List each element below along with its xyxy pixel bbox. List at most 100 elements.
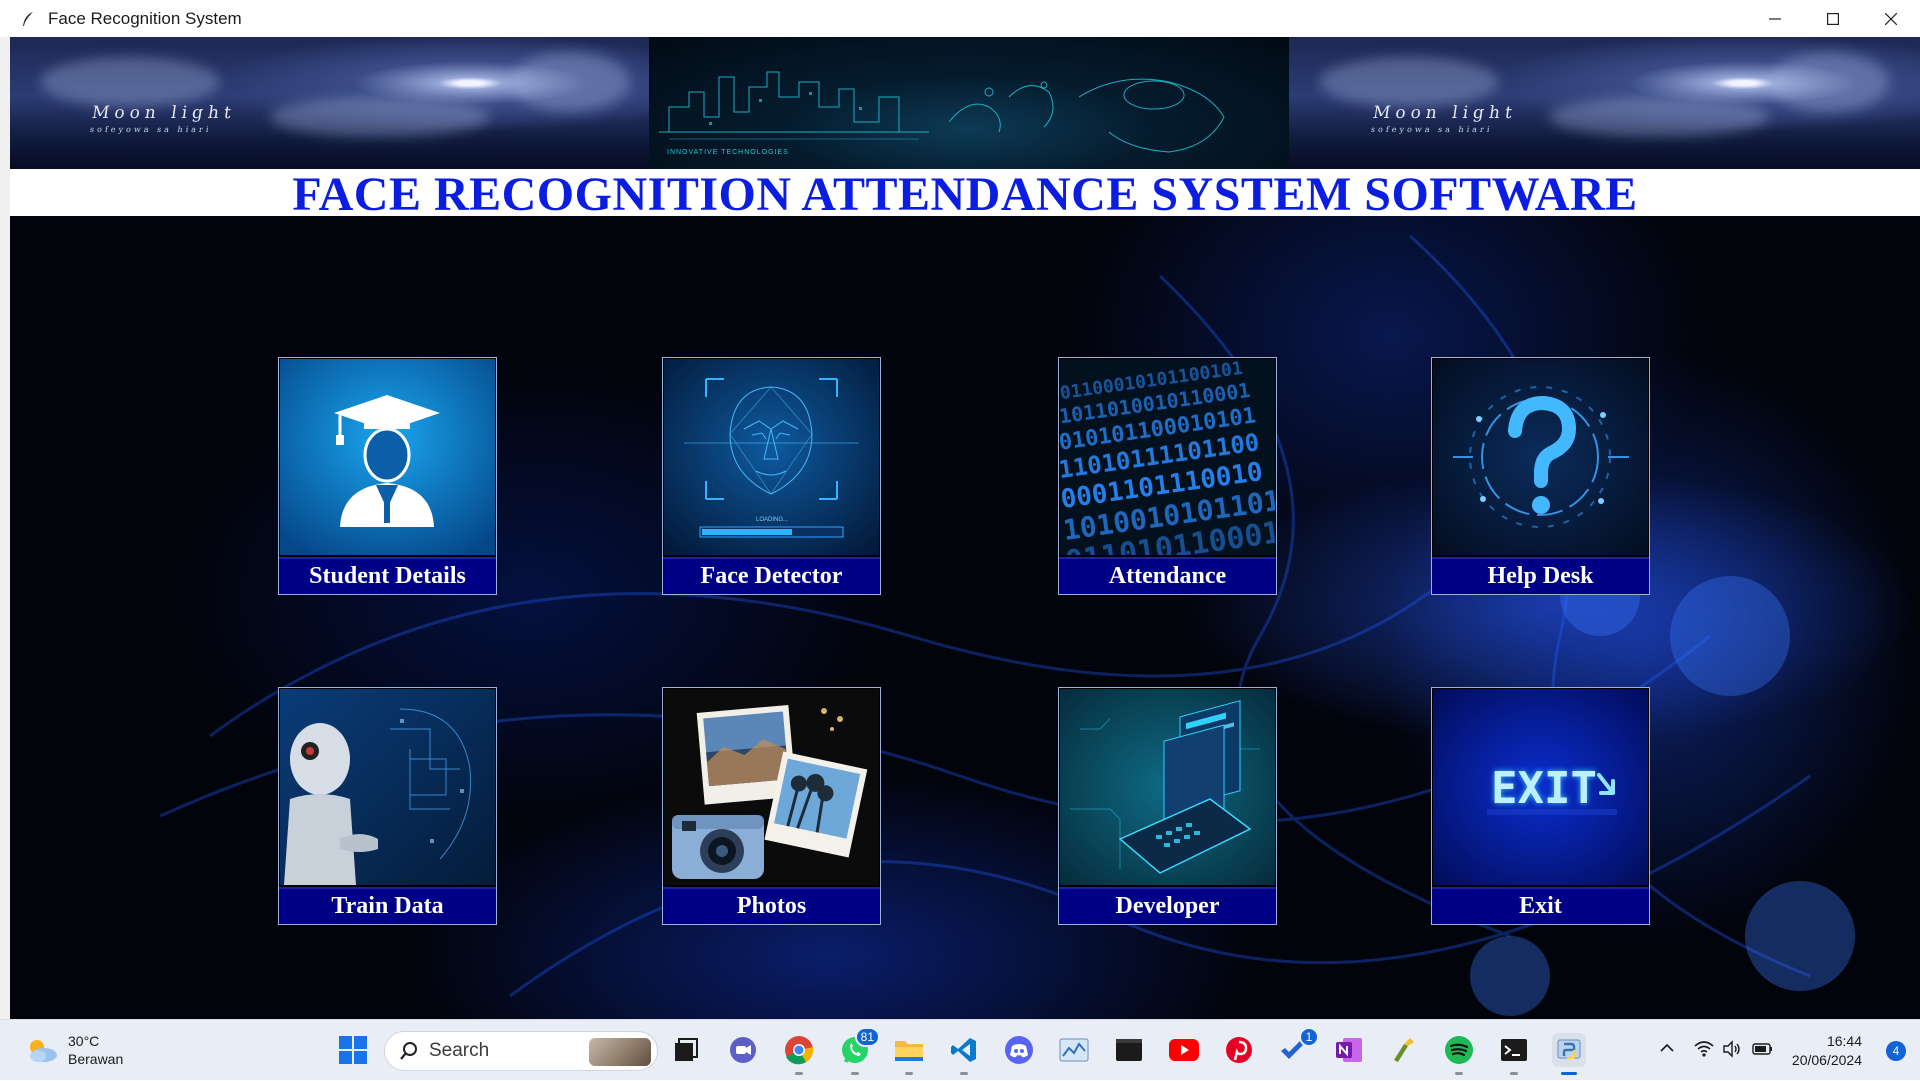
app-client-area: Moon light sofeyowa sa hiari INNOVATIVE … [10,37,1920,1019]
banner-right-text: Moon light [1371,103,1519,123]
clock-time: 16:44 [1826,1033,1862,1049]
minimize-icon [1769,17,1781,20]
taskbar-vscode[interactable] [947,1033,981,1075]
help-desk-button[interactable]: Help Desk [1431,357,1650,595]
partly-cloudy-icon [30,1040,57,1062]
page-title: FACE RECOGNITION ATTENDANCE SYSTEM SOFTW… [292,168,1638,221]
task-view-button[interactable] [669,1033,703,1067]
train-data-label: Train Data [279,887,496,924]
speaker-icon [1723,1040,1740,1058]
windows-taskbar: 30°C Berawan Search 81 1 16:44 20/06/202… [0,1019,1920,1080]
face-detector-label: Face Detector [663,557,880,594]
youtube-icon [1169,1039,1199,1061]
window-title: Face Recognition System [48,8,242,28]
task-view-icon [675,1038,698,1061]
exit-button[interactable]: EXIT EXIT Exit [1431,687,1650,925]
face-scan-icon: LOADING... [664,359,879,555]
wifi-status[interactable] [1694,1040,1714,1063]
exit-label: Exit [1432,887,1649,924]
taskbar-cmd[interactable] [1497,1033,1531,1075]
show-hidden-icons-button[interactable] [1659,1040,1675,1061]
running-indicator [1455,1072,1463,1075]
wifi-icon [1694,1041,1714,1057]
taskbar-discord[interactable] [1002,1033,1036,1067]
volume-status[interactable] [1722,1040,1742,1063]
whatsapp-unread-badge: 81 [854,1027,880,1047]
taskbar-terminal[interactable] [1112,1033,1146,1067]
taskbar-youtube[interactable] [1167,1033,1201,1067]
clock-date: 20/06/2024 [1791,1052,1862,1068]
chart-app-icon [1059,1038,1089,1062]
active-indicator [1561,1072,1577,1075]
train-data-button[interactable]: Train Data [278,687,497,925]
laptop-code-icon [1060,689,1275,885]
notification-badge[interactable]: 4 [1886,1041,1906,1061]
photos-label: Photos [663,887,880,924]
feather-icon [23,11,33,26]
photos-button[interactable]: Photos [662,687,881,925]
taskbar-stocks[interactable] [1057,1033,1091,1067]
running-indicator [905,1072,913,1075]
terminal-icon [1116,1039,1142,1061]
face-detector-button[interactable]: LOADING... Face Detector [662,357,881,595]
python-icon [1557,1039,1581,1060]
maximize-icon [1827,12,1839,25]
folder-icon [895,1041,923,1061]
taskbar-todo[interactable]: 1 [1277,1027,1319,1067]
battery-status[interactable] [1752,1040,1774,1063]
banner-moonlight-left: Moon light sofeyowa sa hiari [10,37,649,169]
minimize-button[interactable] [1746,0,1804,37]
banner-left-text: Moon light [90,103,238,123]
question-mark-icon [1433,359,1648,555]
taskbar-pinterest[interactable] [1222,1033,1256,1067]
close-button[interactable] [1862,0,1920,37]
attendance-button[interactable]: 01100010101100101 1011010010110001 01010… [1058,357,1277,595]
student-details-label: Student Details [279,557,496,594]
weather-condition: Berawan [68,1051,124,1067]
start-button[interactable] [336,1033,370,1067]
maximize-button[interactable] [1804,0,1862,37]
taskbar-zoom[interactable] [726,1033,760,1067]
video-chat-icon [730,1037,756,1063]
developer-button[interactable]: Developer [1058,687,1277,925]
taskbar-paint[interactable] [1387,1033,1421,1067]
taskbar-whatsapp[interactable]: 81 [838,1027,880,1075]
running-indicator [1510,1072,1518,1075]
running-indicator [851,1072,859,1075]
spotify-icon [1445,1036,1473,1064]
pinterest-icon [1226,1037,1252,1063]
taskbar-chrome[interactable] [782,1033,816,1075]
window-titlebar: Face Recognition System [0,0,1920,37]
taskbar-search[interactable]: Search [384,1031,658,1071]
photos-camera-icon [664,689,879,885]
windows-logo-icon [339,1036,367,1064]
student-details-button[interactable]: Student Details [278,357,497,595]
banner-left-subtext: sofeyowa sa hiari [89,125,213,134]
taskbar-spotify[interactable] [1442,1033,1476,1075]
taskbar-python-app[interactable] [1552,1033,1586,1075]
ai-robot-icon [280,689,495,885]
command-prompt-icon [1501,1039,1527,1061]
weather-temperature: 30°C [68,1033,100,1049]
running-indicator [960,1072,968,1075]
system-clock[interactable]: 16:44 20/06/2024 [1792,1032,1862,1070]
taskbar-onenote[interactable] [1332,1033,1366,1067]
onenote-icon [1336,1038,1362,1062]
search-highlight-image [589,1038,651,1066]
student-icon [280,359,495,555]
vscode-icon [951,1038,976,1062]
close-icon [1885,12,1897,25]
taskbar-file-explorer[interactable] [892,1033,926,1075]
paintbrush-icon [1394,1038,1414,1062]
discord-icon [1005,1036,1033,1064]
developer-label: Developer [1059,887,1276,924]
battery-icon [1752,1043,1772,1055]
banner-moonlight-right: Moon light sofeyowa sa hiari [1289,37,1920,169]
banner-technology-center: INNOVATIVE TECHNOLOGIES [649,37,1289,169]
weather-widget[interactable]: 30°C Berawan [24,1032,123,1068]
svg-text:EXIT: EXIT [1491,763,1597,814]
exit-sign-icon: EXIT EXIT [1433,689,1648,885]
running-indicator [795,1072,803,1075]
search-placeholder: Search [429,1040,490,1061]
main-dashboard: Student Details LOADING... Face Detector… [10,216,1920,1019]
